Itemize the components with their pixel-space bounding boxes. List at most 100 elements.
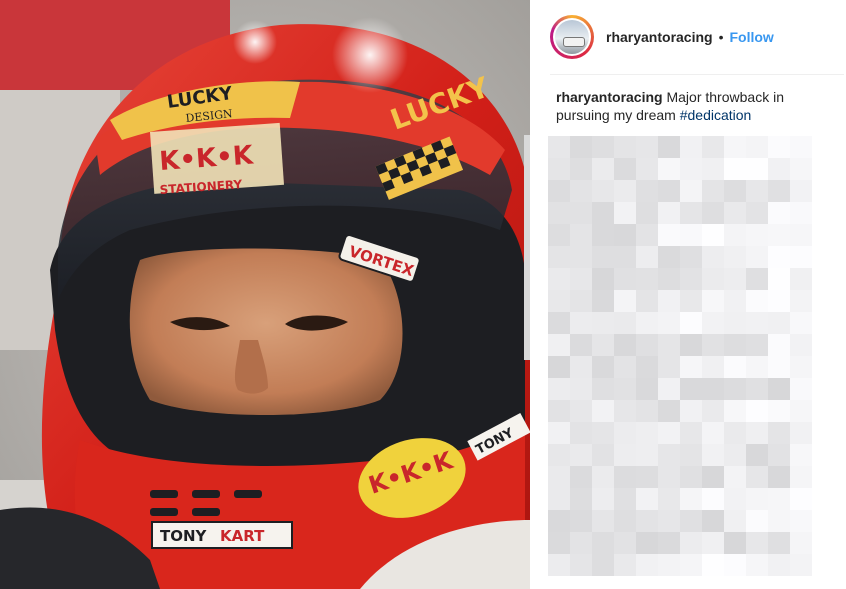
- mosaic-block: [746, 378, 768, 400]
- mosaic-block: [636, 422, 658, 444]
- mosaic-block: [768, 488, 790, 510]
- mosaic-block: [570, 510, 592, 532]
- mosaic-block: [592, 246, 614, 268]
- mosaic-block: [548, 444, 570, 466]
- mosaic-block: [548, 554, 570, 576]
- mosaic-block: [614, 422, 636, 444]
- mosaic-block: [790, 246, 812, 268]
- post-username[interactable]: rharyantoracing: [606, 29, 713, 45]
- mosaic-block: [658, 268, 680, 290]
- mosaic-block: [592, 268, 614, 290]
- mosaic-block: [680, 554, 702, 576]
- mosaic-block: [768, 356, 790, 378]
- mosaic-block: [746, 290, 768, 312]
- race-car-icon: [563, 37, 585, 47]
- mosaic-block: [724, 532, 746, 554]
- mosaic-block: [548, 334, 570, 356]
- mosaic-block: [702, 158, 724, 180]
- header-divider: [550, 74, 844, 75]
- mosaic-block: [680, 356, 702, 378]
- mosaic-block: [658, 466, 680, 488]
- mosaic-block: [724, 510, 746, 532]
- mosaic-block: [548, 180, 570, 202]
- mosaic-block: [548, 510, 570, 532]
- mosaic-block: [548, 488, 570, 510]
- mosaic-block: [702, 532, 724, 554]
- mosaic-block: [702, 400, 724, 422]
- mosaic-block: [768, 158, 790, 180]
- mosaic-block: [702, 444, 724, 466]
- mosaic-block: [680, 224, 702, 246]
- mosaic-block: [658, 532, 680, 554]
- mosaic-block: [724, 400, 746, 422]
- mosaic-block: [592, 532, 614, 554]
- mosaic-block: [746, 202, 768, 224]
- mosaic-block: [746, 466, 768, 488]
- mosaic-block: [768, 532, 790, 554]
- mosaic-block: [768, 422, 790, 444]
- mosaic-block: [548, 268, 570, 290]
- mosaic-block: [724, 246, 746, 268]
- mosaic-block: [680, 290, 702, 312]
- mosaic-block: [768, 444, 790, 466]
- mosaic-block: [592, 158, 614, 180]
- mosaic-block: [614, 466, 636, 488]
- mosaic-block: [636, 554, 658, 576]
- post-photo[interactable]: LUCKY DESIGN K•K•K STATIONERY LUCKY VORT…: [0, 0, 530, 589]
- mosaic-block: [680, 180, 702, 202]
- avatar[interactable]: [550, 15, 594, 59]
- mosaic-block: [702, 378, 724, 400]
- mosaic-block: [636, 224, 658, 246]
- mosaic-block: [746, 158, 768, 180]
- mosaic-block: [790, 158, 812, 180]
- follow-button[interactable]: Follow: [730, 29, 774, 45]
- mosaic-block: [790, 466, 812, 488]
- mosaic-block: [614, 378, 636, 400]
- mosaic-block: [658, 400, 680, 422]
- mosaic-block: [746, 246, 768, 268]
- mosaic-block: [768, 246, 790, 268]
- mosaic-block: [702, 180, 724, 202]
- mosaic-block: [680, 158, 702, 180]
- mosaic-block: [658, 510, 680, 532]
- obscured-comments-area: [548, 136, 844, 586]
- mosaic-block: [636, 488, 658, 510]
- chin-logo-text-b: KART: [220, 527, 265, 545]
- mosaic-block: [636, 180, 658, 202]
- mosaic-block: [636, 268, 658, 290]
- mosaic-block: [614, 444, 636, 466]
- mosaic-block: [570, 180, 592, 202]
- mosaic-block: [548, 224, 570, 246]
- mosaic-block: [636, 136, 658, 158]
- mosaic-block: [746, 488, 768, 510]
- mosaic-block: [614, 136, 636, 158]
- mosaic-block: [570, 312, 592, 334]
- mosaic-block: [680, 532, 702, 554]
- caption-username[interactable]: rharyantoracing: [556, 89, 663, 105]
- mosaic-block: [768, 202, 790, 224]
- mosaic-block: [746, 554, 768, 576]
- mosaic-block: [548, 202, 570, 224]
- mosaic-block: [790, 554, 812, 576]
- mosaic-block: [614, 224, 636, 246]
- caption-hashtag[interactable]: #dedication: [680, 107, 752, 123]
- mosaic-block: [592, 312, 614, 334]
- mosaic-block: [768, 136, 790, 158]
- mosaic-block: [768, 268, 790, 290]
- mosaic-block: [746, 334, 768, 356]
- mosaic-block: [548, 246, 570, 268]
- mosaic-block: [548, 136, 570, 158]
- mosaic-block: [548, 356, 570, 378]
- mosaic-block: [702, 268, 724, 290]
- mosaic-block: [614, 246, 636, 268]
- mosaic-block: [570, 268, 592, 290]
- mosaic-block: [702, 246, 724, 268]
- mosaic-block: [746, 422, 768, 444]
- mosaic-block: [592, 334, 614, 356]
- mosaic-block: [790, 202, 812, 224]
- mosaic-block: [680, 422, 702, 444]
- mosaic-block: [790, 180, 812, 202]
- mosaic-block: [790, 488, 812, 510]
- mosaic-block: [548, 378, 570, 400]
- post-side-panel: rharyantoracing • Follow rharyantoracing…: [530, 0, 846, 589]
